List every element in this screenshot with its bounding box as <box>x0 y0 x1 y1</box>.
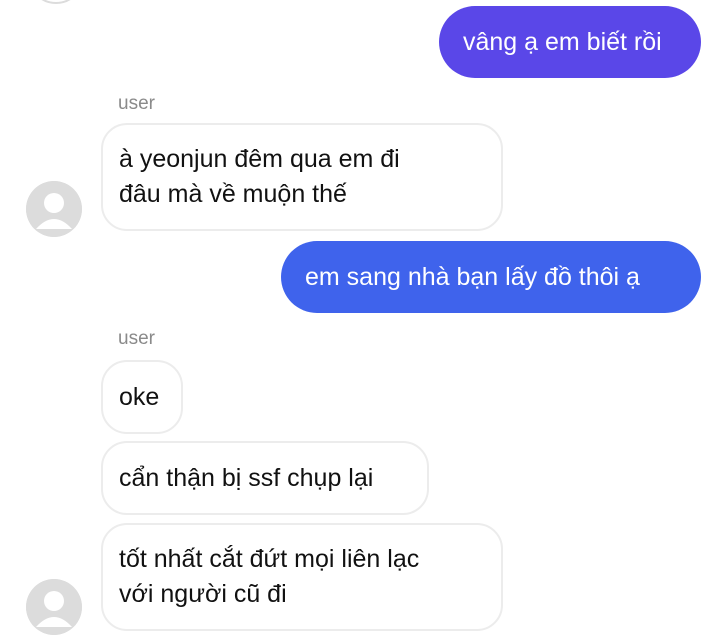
message-text: tốt nhất cắt đứt mọi liên lạc với người … <box>119 545 420 608</box>
message-text: à yeonjun đêm qua em đi đâu mà về muộn t… <box>119 145 400 208</box>
outgoing-message-bubble[interactable]: em sang nhà bạn lấy đồ thôi ạ <box>281 241 701 313</box>
outgoing-message-bubble[interactable]: vâng ạ em biết rồi <box>439 6 701 78</box>
message-text: cẩn thận bị ssf chụp lại <box>119 463 374 492</box>
sender-name: user <box>118 93 155 114</box>
incoming-message-bubble[interactable]: oke <box>101 360 183 434</box>
sender-name: user <box>118 328 155 349</box>
incoming-message-bubble[interactable]: cẩn thận bị ssf chụp lại <box>101 441 429 515</box>
avatar[interactable] <box>26 181 82 237</box>
message-text: vâng ạ em biết rồi <box>463 27 662 56</box>
avatar[interactable] <box>26 579 82 635</box>
message-text: em sang nhà bạn lấy đồ thôi ạ <box>305 262 640 291</box>
message-text: oke <box>119 382 160 411</box>
default-user-avatar-icon <box>26 579 82 635</box>
incoming-message-bubble[interactable]: à yeonjun đêm qua em đi đâu mà về muộn t… <box>101 123 503 231</box>
avatar-partial-top <box>28 0 84 4</box>
incoming-message-bubble[interactable]: tốt nhất cắt đứt mọi liên lạc với người … <box>101 523 503 631</box>
default-user-avatar-icon <box>26 181 82 237</box>
